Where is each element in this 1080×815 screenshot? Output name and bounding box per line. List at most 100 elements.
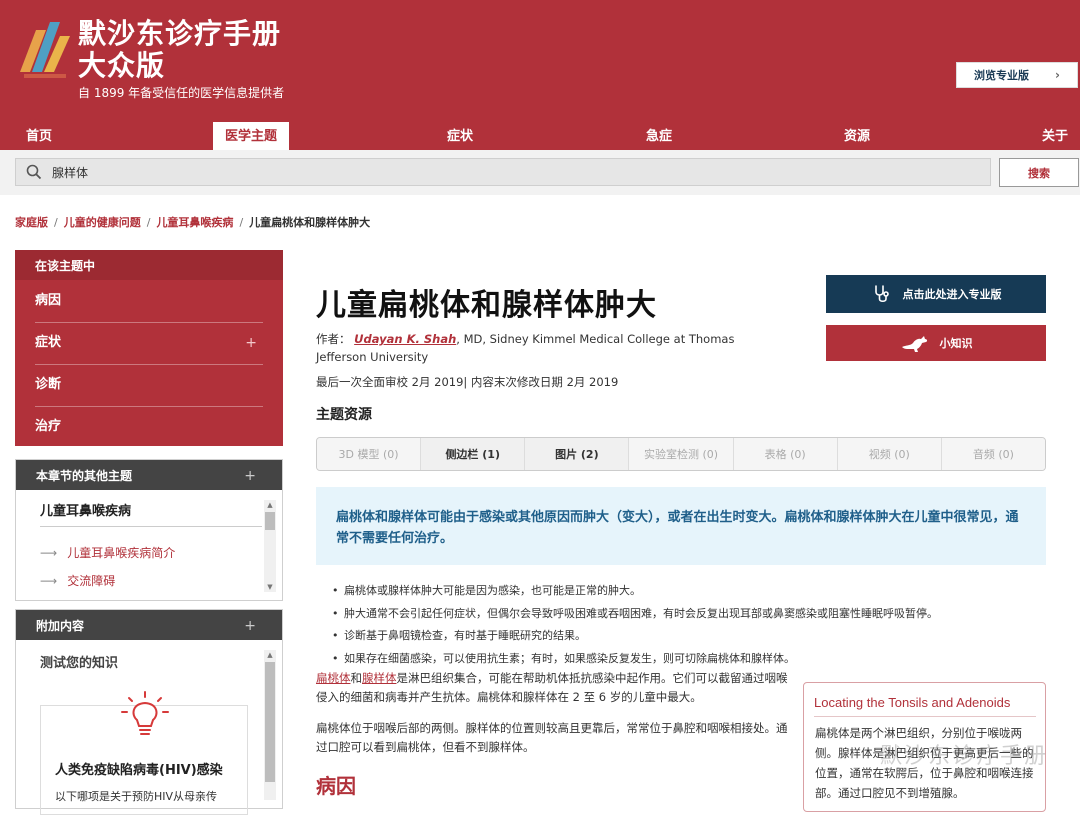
quiz-card-text: 以下哪项是关于预防HIV从母亲传	[55, 790, 218, 803]
page-title: 儿童扁桃体和腺样体肿大	[316, 288, 657, 323]
search-button[interactable]: 搜索	[999, 158, 1079, 187]
professional-version-button[interactable]: 浏览专业版 ›	[956, 62, 1078, 88]
tab-audio: 音频 (0)	[941, 438, 1045, 470]
other-topics-panel: 本章节的其他主题 + 儿童耳鼻喉疾病 ⟶ 儿童耳鼻喉疾病简介 ⟶ 交流障碍 ▲ ▼	[15, 459, 283, 601]
related-topic-label: 儿童耳鼻喉疾病简介	[67, 546, 176, 560]
scroll-up-icon[interactable]: ▲	[264, 650, 276, 660]
conjunction-text: 和	[350, 671, 363, 685]
tab-videos: 视频 (0)	[837, 438, 942, 470]
tab-3d-models: 3D 模型 (0)	[317, 438, 422, 470]
topic-item-label: 症状	[35, 335, 62, 350]
watermark: 默沙东诊疗手册	[880, 744, 1049, 769]
breadcrumb-ent-disorders[interactable]: 儿童耳鼻喉疾病	[156, 214, 233, 230]
other-topics-header[interactable]: 本章节的其他主题 +	[16, 460, 282, 490]
arrow-right-icon: ⟶	[40, 574, 58, 588]
divider	[814, 716, 1036, 717]
topic-item-label: 诊断	[35, 377, 62, 392]
brand-title[interactable]: 默沙东诊疗手册	[78, 18, 281, 50]
breadcrumb-separator: /	[54, 215, 58, 229]
topic-item-label: 病因	[35, 293, 62, 308]
breadcrumb: 家庭版 / 儿童的健康问题 / 儿童耳鼻喉疾病 / 儿童扁桃体和腺样体肿大	[15, 214, 370, 230]
lightbulb-icon	[121, 691, 169, 735]
search-input[interactable]	[52, 165, 990, 179]
summary-text: 扁桃体和腺样体可能由于感染或其他原因而肿大（变大），或者在出生时变大。扁桃体和腺…	[336, 510, 1019, 546]
scrollbar[interactable]: ▲	[264, 650, 276, 800]
related-topic-link[interactable]: ⟶ 儿童耳鼻喉疾病简介	[40, 544, 175, 561]
topic-item-causes[interactable]: 病因	[15, 280, 283, 322]
arrow-right-icon: ⟶	[40, 546, 58, 560]
chapter-title: 儿童耳鼻喉疾病	[40, 504, 132, 519]
tab-sidebars[interactable]: 侧边栏 (1)	[421, 438, 526, 470]
review-date-line: 最后一次全面审校 2月 2019| 内容末次修改日期 2月 2019	[316, 375, 619, 389]
brand-logo-icon[interactable]	[16, 16, 74, 78]
stethoscope-icon	[874, 285, 889, 303]
related-topic-link[interactable]: ⟶ 交流障碍	[40, 572, 115, 589]
quiz-title: 测试您的知识	[40, 656, 119, 671]
main-nav: 首页 医学主题 症状 急症 资源 关于	[0, 122, 1080, 150]
tonsils-link[interactable]: 扁桃体	[316, 671, 351, 685]
nav-home[interactable]: 首页	[26, 122, 52, 150]
tab-images[interactable]: 图片 (2)	[525, 438, 630, 470]
intro-paragraph: 扁桃体和腺样体是淋巴组织集合，可能在帮助机体抵抗感染中起作用。它们可以截留通过咽…	[316, 669, 788, 707]
scroll-up-icon[interactable]: ▲	[264, 500, 276, 510]
nav-emergencies[interactable]: 急症	[646, 122, 672, 150]
author-link[interactable]: Udayan K. Shah	[354, 332, 456, 346]
kangaroo-icon	[901, 336, 927, 352]
breadcrumb-current: 儿童扁桃体和腺样体肿大	[249, 216, 371, 229]
scrollbar-thumb[interactable]	[265, 512, 275, 530]
expand-plus-icon[interactable]: +	[245, 322, 257, 364]
breadcrumb-separator: /	[239, 215, 244, 229]
other-topics-header-label: 本章节的其他主题	[36, 469, 133, 483]
topic-item-symptoms[interactable]: 症状 +	[15, 322, 283, 364]
in-this-topic-header: 在该主题中	[15, 250, 283, 280]
illustration-title[interactable]: Locating the Tonsils and Adenoids	[814, 695, 1010, 710]
quiz-card[interactable]: 人类免疫缺陷病毒(HIV)感染 以下哪项是关于预防HIV从母亲传	[40, 691, 248, 815]
related-topic-label: 交流障碍	[67, 574, 116, 588]
summary-box: 扁桃体和腺样体可能由于感染或其他原因而肿大（变大），或者在出生时变大。扁桃体和腺…	[316, 487, 1046, 565]
list-item: 如果存在细菌感染，可以使用抗生素；有时，如果感染反复发生，则可切除扁桃体和腺样体…	[332, 648, 1052, 671]
expand-plus-icon[interactable]: +	[244, 460, 256, 492]
site-header: 默沙东诊疗手册 大众版 自 1899 年备受信任的医学信息提供者 浏览专业版 ›…	[0, 0, 1080, 150]
expand-plus-icon[interactable]: +	[244, 610, 256, 642]
scrollbar-thumb[interactable]	[265, 662, 275, 782]
professional-version-label: 浏览专业版	[974, 69, 1030, 82]
author-prefix: 作者：	[316, 332, 351, 346]
breadcrumb-children-health[interactable]: 儿童的健康问题	[64, 214, 141, 230]
search-bar: 搜索	[0, 150, 1080, 195]
causes-heading: 病因	[316, 774, 356, 798]
scrollbar[interactable]: ▲ ▼	[264, 500, 276, 592]
quick-facts-button[interactable]: 小知识	[826, 325, 1046, 361]
breadcrumb-home[interactable]: 家庭版	[15, 214, 48, 230]
nav-about[interactable]: 关于	[1042, 122, 1068, 150]
tab-lab-tests: 实验室检测 (0)	[629, 438, 734, 470]
topic-item-treatment[interactable]: 治疗	[15, 406, 283, 448]
brand-edition[interactable]: 大众版	[78, 50, 165, 82]
list-item: 诊断基于鼻咽镜检查，有时基于睡眠研究的结果。	[332, 625, 1052, 648]
location-paragraph: 扁桃体位于咽喉后部的两侧。腺样体的位置则较高且更靠后，常常位于鼻腔和咽喉相接处。…	[316, 721, 788, 754]
list-item: 肿大通常不会引起任何症状，但偶尔会导致呼吸困难或吞咽困难，有时会反复出现耳部或鼻…	[332, 603, 1052, 626]
additional-content-header[interactable]: 附加内容 +	[16, 610, 282, 640]
adenoids-link[interactable]: 腺样体	[362, 671, 397, 685]
topic-item-diagnosis[interactable]: 诊断	[15, 364, 283, 406]
breadcrumb-separator: /	[146, 215, 151, 229]
nav-medical-topics[interactable]: 医学主题	[213, 122, 290, 150]
tab-tables: 表格 (0)	[733, 438, 838, 470]
scroll-down-icon[interactable]: ▼	[264, 582, 276, 592]
nav-symptoms[interactable]: 症状	[447, 122, 473, 150]
quiz-card-title[interactable]: 人类免疫缺陷病毒(HIV)感染	[55, 759, 223, 778]
additional-content-panel: 附加内容 + 测试您的知识 人类免疫缺陷病毒(HIV)感染 以下哪项是关于预防H…	[15, 609, 283, 815]
nav-resources[interactable]: 资源	[844, 122, 870, 150]
topic-resources-heading: 主题资源	[316, 407, 372, 423]
in-this-topic-panel: 在该主题中 病因 症状 + 诊断 治疗	[15, 250, 283, 446]
quick-facts-label: 小知识	[939, 337, 973, 350]
divider	[40, 526, 262, 527]
list-item: 扁桃体或腺样体肿大可能是因为感染，也可能是正常的肿大。	[332, 580, 1052, 603]
chevron-right-icon: ›	[1055, 68, 1060, 82]
search-icon	[16, 164, 52, 180]
professional-entry-button[interactable]: 点击此处进入专业版	[826, 275, 1046, 313]
resource-tabs: 3D 模型 (0) 侧边栏 (1) 图片 (2) 实验室检测 (0) 表格 (0…	[316, 437, 1046, 471]
author-line: 作者： Udayan K. Shah, MD, Sidney Kimmel Me…	[316, 330, 786, 366]
search-field[interactable]	[15, 158, 991, 186]
topic-item-label: 治疗	[35, 419, 62, 434]
additional-content-header-label: 附加内容	[36, 619, 85, 633]
